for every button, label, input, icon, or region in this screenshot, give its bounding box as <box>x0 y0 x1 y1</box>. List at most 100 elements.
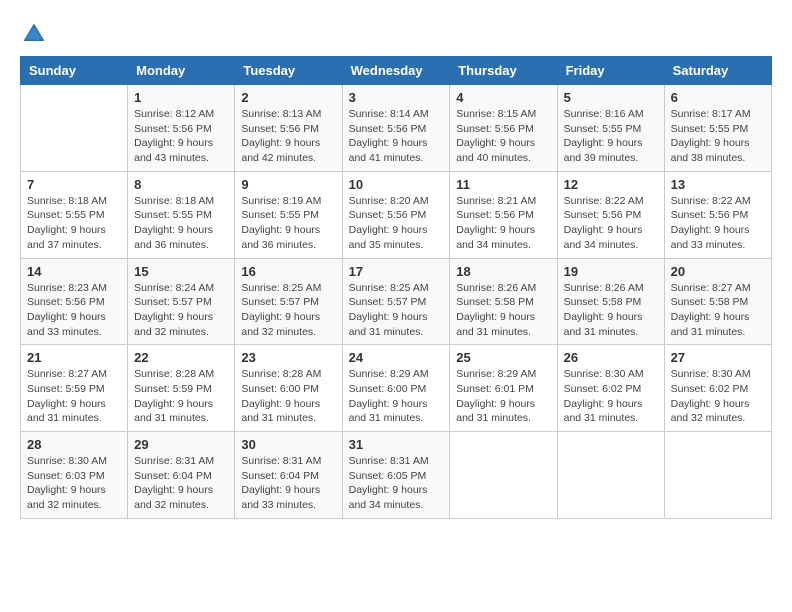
calendar-cell: 29 Sunrise: 8:31 AMSunset: 6:04 PMDayligh… <box>128 432 235 519</box>
day-number: 16 <box>241 264 335 279</box>
page-header <box>20 20 772 48</box>
calendar-cell <box>21 85 128 172</box>
day-info: Sunrise: 8:22 AMSunset: 5:56 PMDaylight:… <box>671 194 765 253</box>
calendar-cell: 11 Sunrise: 8:21 AMSunset: 5:56 PMDayligh… <box>450 171 557 258</box>
calendar-cell: 13 Sunrise: 8:22 AMSunset: 5:56 PMDayligh… <box>664 171 771 258</box>
day-number: 24 <box>349 350 444 365</box>
week-row-5: 28 Sunrise: 8:30 AMSunset: 6:03 PMDayligh… <box>21 432 772 519</box>
day-info: Sunrise: 8:23 AMSunset: 5:56 PMDaylight:… <box>27 281 121 340</box>
calendar-cell: 24 Sunrise: 8:29 AMSunset: 6:00 PMDayligh… <box>342 345 450 432</box>
calendar-cell: 23 Sunrise: 8:28 AMSunset: 6:00 PMDayligh… <box>235 345 342 432</box>
day-number: 8 <box>134 177 228 192</box>
day-info: Sunrise: 8:31 AMSunset: 6:05 PMDaylight:… <box>349 454 444 513</box>
day-number: 18 <box>456 264 550 279</box>
calendar-cell: 17Sunrise: 8:25 AMSunset: 5:57 PMDayligh… <box>342 258 450 345</box>
calendar-cell: 6 Sunrise: 8:17 AMSunset: 5:55 PMDaylight… <box>664 85 771 172</box>
day-number: 3 <box>349 90 444 105</box>
day-info: Sunrise: 8:13 AMSunset: 5:56 PMDaylight:… <box>241 107 335 166</box>
day-number: 4 <box>456 90 550 105</box>
day-info: Sunrise: 8:21 AMSunset: 5:56 PMDaylight:… <box>456 194 550 253</box>
day-info: Sunrise: 8:25 AMSunset: 5:57 PMDaylight:… <box>241 281 335 340</box>
day-number: 17 <box>349 264 444 279</box>
calendar-cell: 14 Sunrise: 8:23 AMSunset: 5:56 PMDayligh… <box>21 258 128 345</box>
day-number: 1 <box>134 90 228 105</box>
day-number: 22 <box>134 350 228 365</box>
calendar-cell: 2 Sunrise: 8:13 AMSunset: 5:56 PMDaylight… <box>235 85 342 172</box>
calendar-cell: 1 Sunrise: 8:12 AMSunset: 5:56 PMDaylight… <box>128 85 235 172</box>
day-number: 7 <box>27 177 121 192</box>
calendar-cell: 7 Sunrise: 8:18 AMSunset: 5:55 PMDaylight… <box>21 171 128 258</box>
day-info: Sunrise: 8:28 AMSunset: 6:00 PMDaylight:… <box>241 367 335 426</box>
day-info: Sunrise: 8:16 AMSunset: 5:55 PMDaylight:… <box>564 107 658 166</box>
day-number: 12 <box>564 177 658 192</box>
day-number: 19 <box>564 264 658 279</box>
calendar-cell: 25 Sunrise: 8:29 AMSunset: 6:01 PMDayligh… <box>450 345 557 432</box>
day-number: 23 <box>241 350 335 365</box>
logo <box>20 20 52 48</box>
day-number: 15 <box>134 264 228 279</box>
day-info: Sunrise: 8:15 AMSunset: 5:56 PMDaylight:… <box>456 107 550 166</box>
day-info: Sunrise: 8:31 AMSunset: 6:04 PMDaylight:… <box>134 454 228 513</box>
day-number: 11 <box>456 177 550 192</box>
calendar-cell: 9 Sunrise: 8:19 AMSunset: 5:55 PMDaylight… <box>235 171 342 258</box>
day-info: Sunrise: 8:18 AMSunset: 5:55 PMDaylight:… <box>27 194 121 253</box>
day-number: 21 <box>27 350 121 365</box>
column-header-sunday: Sunday <box>21 57 128 85</box>
day-number: 10 <box>349 177 444 192</box>
column-header-wednesday: Wednesday <box>342 57 450 85</box>
calendar-cell: 22 Sunrise: 8:28 AMSunset: 5:59 PMDayligh… <box>128 345 235 432</box>
calendar-cell: 21 Sunrise: 8:27 AMSunset: 5:59 PMDayligh… <box>21 345 128 432</box>
column-header-saturday: Saturday <box>664 57 771 85</box>
day-info: Sunrise: 8:26 AMSunset: 5:58 PMDaylight:… <box>564 281 658 340</box>
calendar-body: 1 Sunrise: 8:12 AMSunset: 5:56 PMDaylight… <box>21 85 772 519</box>
day-info: Sunrise: 8:28 AMSunset: 5:59 PMDaylight:… <box>134 367 228 426</box>
calendar-cell: 19 Sunrise: 8:26 AMSunset: 5:58 PMDayligh… <box>557 258 664 345</box>
day-number: 26 <box>564 350 658 365</box>
day-info: Sunrise: 8:30 AMSunset: 6:02 PMDaylight:… <box>671 367 765 426</box>
calendar-cell: 20Sunrise: 8:27 AMSunset: 5:58 PMDayligh… <box>664 258 771 345</box>
calendar-cell: 8 Sunrise: 8:18 AMSunset: 5:55 PMDaylight… <box>128 171 235 258</box>
calendar-cell: 4 Sunrise: 8:15 AMSunset: 5:56 PMDaylight… <box>450 85 557 172</box>
column-header-friday: Friday <box>557 57 664 85</box>
day-info: Sunrise: 8:29 AMSunset: 6:00 PMDaylight:… <box>349 367 444 426</box>
column-header-thursday: Thursday <box>450 57 557 85</box>
day-number: 25 <box>456 350 550 365</box>
calendar-cell: 28 Sunrise: 8:30 AMSunset: 6:03 PMDayligh… <box>21 432 128 519</box>
day-number: 5 <box>564 90 658 105</box>
day-number: 27 <box>671 350 765 365</box>
day-info: Sunrise: 8:18 AMSunset: 5:55 PMDaylight:… <box>134 194 228 253</box>
column-header-tuesday: Tuesday <box>235 57 342 85</box>
day-number: 2 <box>241 90 335 105</box>
calendar-table: SundayMondayTuesdayWednesdayThursdayFrid… <box>20 56 772 519</box>
day-info: Sunrise: 8:19 AMSunset: 5:55 PMDaylight:… <box>241 194 335 253</box>
day-number: 29 <box>134 437 228 452</box>
day-info: Sunrise: 8:17 AMSunset: 5:55 PMDaylight:… <box>671 107 765 166</box>
day-info: Sunrise: 8:20 AMSunset: 5:56 PMDaylight:… <box>349 194 444 253</box>
calendar-cell: 27 Sunrise: 8:30 AMSunset: 6:02 PMDayligh… <box>664 345 771 432</box>
day-info: Sunrise: 8:27 AMSunset: 5:59 PMDaylight:… <box>27 367 121 426</box>
day-info: Sunrise: 8:26 AMSunset: 5:58 PMDaylight:… <box>456 281 550 340</box>
day-info: Sunrise: 8:30 AMSunset: 6:03 PMDaylight:… <box>27 454 121 513</box>
day-info: Sunrise: 8:22 AMSunset: 5:56 PMDaylight:… <box>564 194 658 253</box>
logo-icon <box>20 20 48 48</box>
calendar-cell <box>664 432 771 519</box>
day-number: 6 <box>671 90 765 105</box>
day-number: 20 <box>671 264 765 279</box>
column-header-monday: Monday <box>128 57 235 85</box>
day-info: Sunrise: 8:12 AMSunset: 5:56 PMDaylight:… <box>134 107 228 166</box>
day-info: Sunrise: 8:24 AMSunset: 5:57 PMDaylight:… <box>134 281 228 340</box>
calendar-cell: 15 Sunrise: 8:24 AMSunset: 5:57 PMDayligh… <box>128 258 235 345</box>
calendar-cell: 31 Sunrise: 8:31 AMSunset: 6:05 PMDayligh… <box>342 432 450 519</box>
week-row-3: 14 Sunrise: 8:23 AMSunset: 5:56 PMDayligh… <box>21 258 772 345</box>
day-info: Sunrise: 8:29 AMSunset: 6:01 PMDaylight:… <box>456 367 550 426</box>
day-number: 14 <box>27 264 121 279</box>
calendar-cell <box>450 432 557 519</box>
week-row-2: 7 Sunrise: 8:18 AMSunset: 5:55 PMDaylight… <box>21 171 772 258</box>
day-number: 31 <box>349 437 444 452</box>
header-row: SundayMondayTuesdayWednesdayThursdayFrid… <box>21 57 772 85</box>
day-number: 28 <box>27 437 121 452</box>
week-row-1: 1 Sunrise: 8:12 AMSunset: 5:56 PMDaylight… <box>21 85 772 172</box>
day-number: 9 <box>241 177 335 192</box>
day-number: 13 <box>671 177 765 192</box>
calendar-cell: 18 Sunrise: 8:26 AMSunset: 5:58 PMDayligh… <box>450 258 557 345</box>
